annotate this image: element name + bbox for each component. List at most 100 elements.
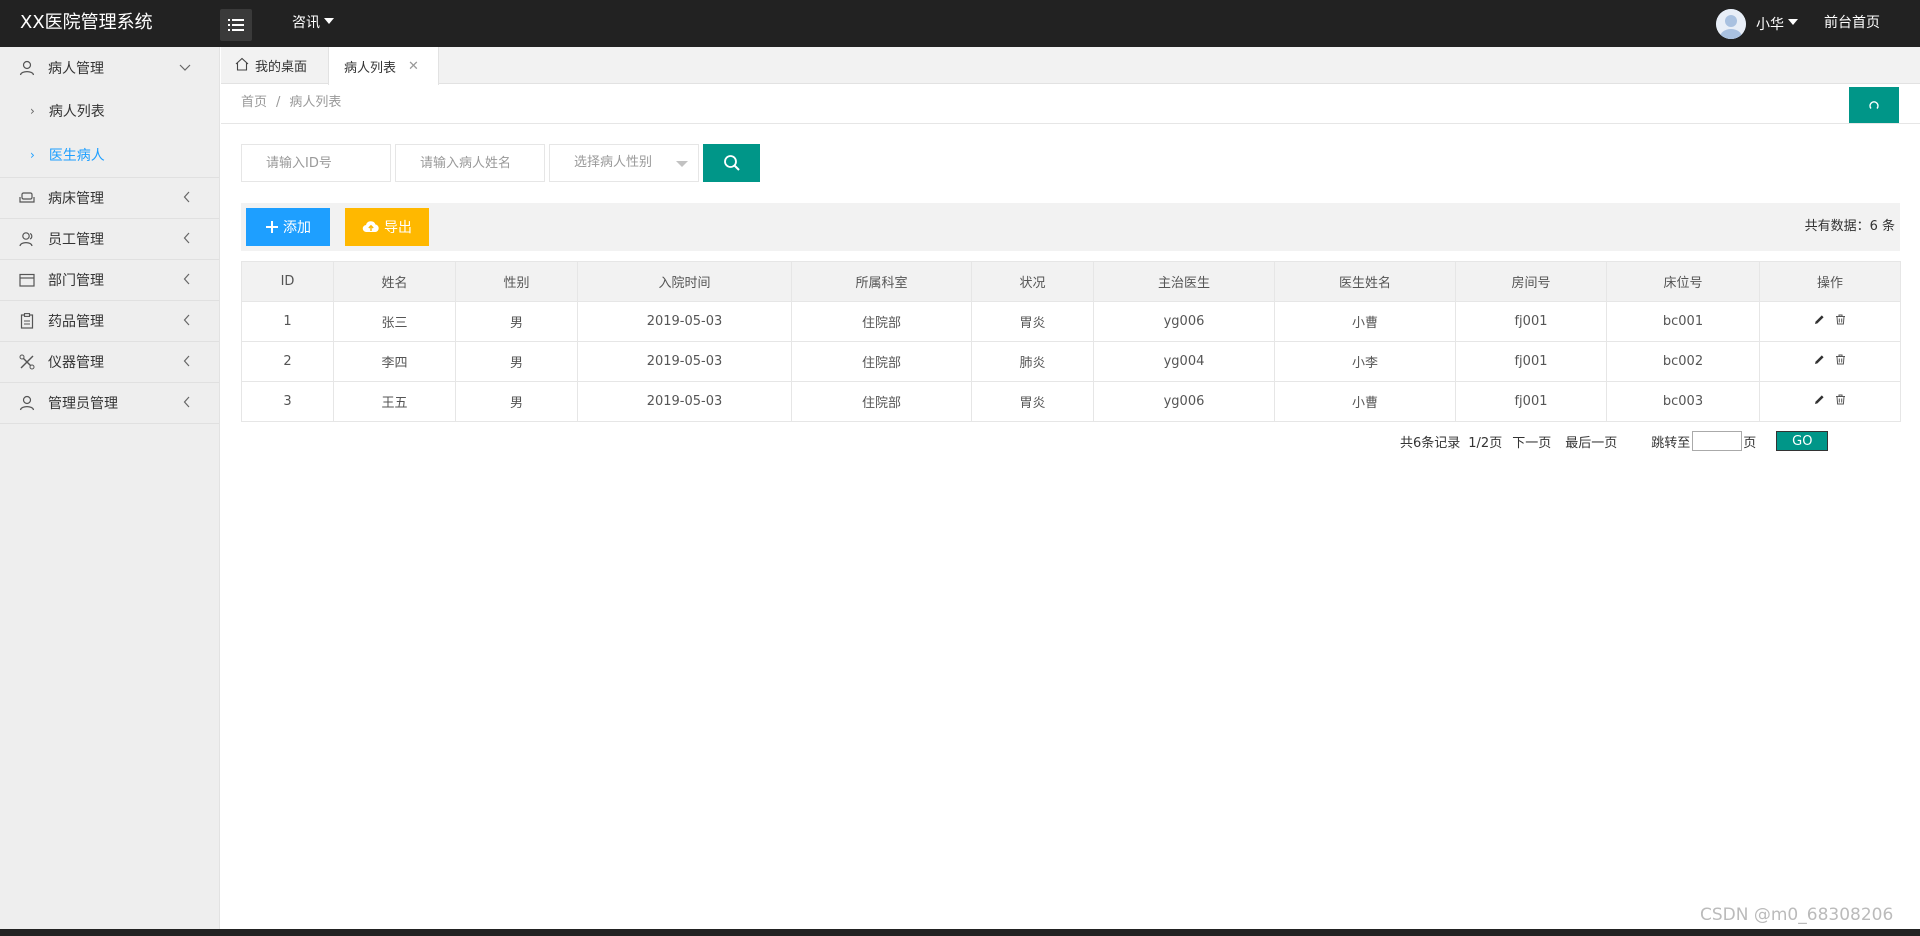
breadcrumb-bar: 首页 / 病人列表 bbox=[221, 84, 1920, 124]
sidebar-item-label: 员工管理 bbox=[48, 232, 104, 248]
go-button[interactable]: GO bbox=[1776, 431, 1829, 451]
chevron-left-icon bbox=[183, 396, 191, 412]
table-cell: 2019-05-03 bbox=[577, 381, 792, 422]
sidebar-item-label: 医生病人 bbox=[48, 148, 105, 164]
home-icon bbox=[235, 57, 249, 75]
tab-patient-list[interactable]: 病人列表 ✕ bbox=[328, 47, 439, 85]
calendar-icon bbox=[18, 271, 36, 289]
sex-select[interactable]: 选择病人性别 bbox=[549, 144, 699, 182]
page-unit-label: 页 bbox=[1743, 435, 1757, 451]
user-menu[interactable]: 小华 bbox=[1716, 0, 1798, 47]
breadcrumb-separator: / bbox=[276, 95, 281, 110]
total-count: 共有数据：6 条 bbox=[1804, 219, 1895, 234]
edit-icon[interactable] bbox=[1814, 354, 1825, 365]
watermark: CSDN @m0_68308206 bbox=[1700, 905, 1894, 925]
admin-icon bbox=[18, 394, 36, 412]
sidebar-item-staff-management[interactable]: 员工管理 bbox=[0, 219, 219, 259]
last-page-link[interactable]: 最后一页 bbox=[1565, 432, 1617, 451]
column-header: 入院时间 bbox=[577, 261, 792, 302]
cloud-upload-icon bbox=[362, 220, 380, 234]
tab-label: 病人列表 bbox=[344, 60, 397, 76]
table-cell: 肺炎 bbox=[971, 341, 1094, 382]
column-header: 操作 bbox=[1759, 261, 1901, 302]
menu-icon bbox=[228, 19, 244, 31]
trash-icon[interactable] bbox=[1835, 314, 1846, 325]
sidebar-item-patient-management[interactable]: 病人管理 bbox=[0, 47, 219, 89]
id-search-input[interactable] bbox=[241, 144, 391, 182]
table-cell: yg006 bbox=[1093, 381, 1275, 422]
sidebar-item-label: 仪器管理 bbox=[48, 355, 104, 371]
sidebar-item-instrument-management[interactable]: 仪器管理 bbox=[0, 342, 219, 382]
table-cell: 住院部 bbox=[791, 381, 972, 422]
users-icon bbox=[18, 230, 36, 248]
table-cell-actions bbox=[1759, 381, 1901, 422]
export-button[interactable]: 导出 bbox=[345, 208, 429, 246]
search-button[interactable] bbox=[703, 144, 760, 182]
table-cell: 2 bbox=[241, 341, 334, 382]
table-cell: 王五 bbox=[333, 381, 456, 422]
sidebar-item-patient-list[interactable]: › 病人列表 bbox=[0, 89, 219, 133]
column-header: 主治医生 bbox=[1093, 261, 1275, 302]
trash-icon[interactable] bbox=[1835, 394, 1846, 405]
table-cell: yg004 bbox=[1093, 341, 1275, 382]
table-cell: 男 bbox=[455, 341, 578, 382]
table-cell: 小曹 bbox=[1274, 301, 1456, 342]
close-icon[interactable]: ✕ bbox=[408, 59, 419, 74]
next-page-link[interactable]: 下一页 bbox=[1512, 432, 1551, 451]
menu-toggle-button[interactable] bbox=[220, 9, 252, 41]
column-header: 姓名 bbox=[333, 261, 456, 302]
sidebar: 病人管理 › 病人列表 › 医生病人 病床管理 员工管理 部门管理 药品管理 仪… bbox=[0, 47, 220, 929]
sidebar-item-department-management[interactable]: 部门管理 bbox=[0, 260, 219, 300]
sidebar-item-doctor-patient[interactable]: › 医生病人 bbox=[0, 133, 219, 177]
chevron-right-icon: › bbox=[30, 148, 35, 162]
table-cell: fj001 bbox=[1455, 341, 1607, 382]
jump-page-input[interactable] bbox=[1692, 431, 1743, 451]
column-header: 性别 bbox=[455, 261, 578, 302]
chevron-left-icon bbox=[183, 273, 191, 289]
sidebar-group-admins: 管理员管理 bbox=[0, 383, 219, 424]
user-icon bbox=[18, 59, 36, 77]
avatar bbox=[1716, 8, 1746, 39]
sidebar-item-label: 病床管理 bbox=[48, 191, 104, 207]
chevron-left-icon bbox=[183, 191, 191, 207]
sidebar-item-bed-management[interactable]: 病床管理 bbox=[0, 178, 219, 218]
edit-icon[interactable] bbox=[1814, 314, 1825, 325]
user-avatar-icon bbox=[1716, 8, 1746, 39]
column-header: 房间号 bbox=[1455, 261, 1607, 302]
sidebar-group-staff: 员工管理 bbox=[0, 219, 219, 260]
search-icon bbox=[723, 155, 740, 171]
chevron-left-icon bbox=[183, 232, 191, 248]
column-header: 床位号 bbox=[1606, 261, 1760, 302]
tab-my-desktop[interactable]: 我的桌面 bbox=[235, 47, 307, 84]
chevron-down-icon bbox=[179, 60, 191, 76]
trash-icon[interactable] bbox=[1835, 354, 1846, 365]
patient-table: ID 姓名 性别 入院时间 所属科室 状况 主治医生 医生姓名 房间号 床位号 … bbox=[241, 261, 1901, 422]
sofa-icon bbox=[18, 189, 36, 207]
sidebar-item-medicine-management[interactable]: 药品管理 bbox=[0, 301, 219, 341]
table-cell: 男 bbox=[455, 301, 578, 342]
sidebar-item-label: 病人管理 bbox=[48, 61, 104, 77]
plus-icon bbox=[265, 220, 279, 234]
nav-news-dropdown[interactable]: 咨讯 bbox=[292, 0, 334, 46]
sidebar-group-beds: 病床管理 bbox=[0, 178, 219, 219]
caret-down-icon bbox=[676, 161, 688, 167]
sidebar-item-admin-management[interactable]: 管理员管理 bbox=[0, 383, 219, 423]
column-header: ID bbox=[241, 261, 334, 302]
tab-label: 我的桌面 bbox=[255, 60, 308, 75]
name-search-input[interactable] bbox=[395, 144, 545, 182]
table-cell: 1 bbox=[241, 301, 334, 342]
record-count: 共6条记录 bbox=[1400, 435, 1461, 451]
nav-news-label: 咨讯 bbox=[292, 15, 320, 31]
edit-icon[interactable] bbox=[1814, 394, 1825, 405]
add-button[interactable]: 添加 bbox=[246, 208, 330, 246]
table-cell-actions bbox=[1759, 341, 1901, 382]
front-home-link[interactable]: 前台首页 bbox=[1824, 0, 1880, 47]
refresh-button[interactable] bbox=[1849, 87, 1899, 123]
sidebar-group-instruments: 仪器管理 bbox=[0, 342, 219, 383]
table-row: 2 李四 男 2019-05-03 住院部 肺炎 yg004 小李 fj001 … bbox=[241, 341, 1901, 382]
table-cell: 住院部 bbox=[791, 341, 972, 382]
breadcrumb-home[interactable]: 首页 bbox=[241, 95, 267, 110]
chevron-left-icon bbox=[183, 314, 191, 330]
table-cell: 张三 bbox=[333, 301, 456, 342]
table-cell: yg006 bbox=[1093, 301, 1275, 342]
